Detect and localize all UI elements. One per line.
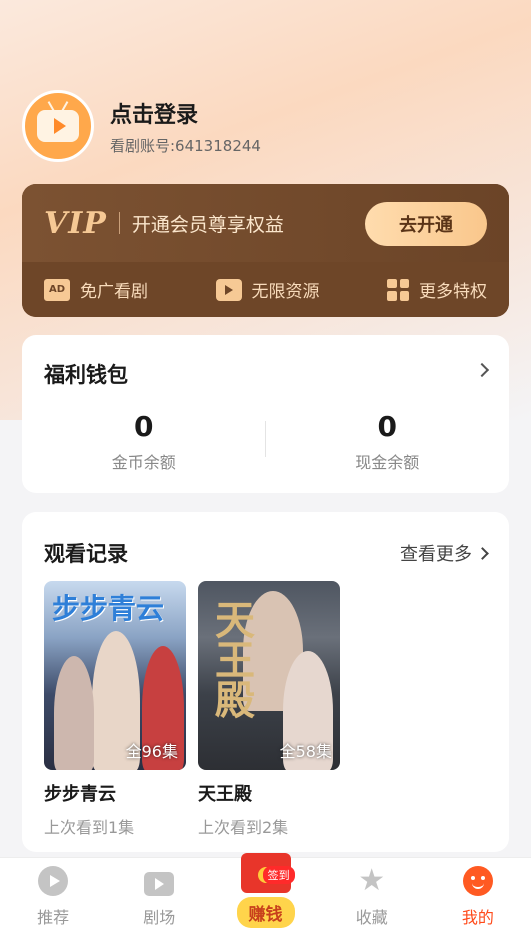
- open-vip-button[interactable]: 去开通: [365, 202, 487, 246]
- nav-item-earn[interactable]: 赚钱 签到: [212, 853, 318, 944]
- ad-icon: AD: [44, 278, 70, 301]
- watch-history-card: 观看记录 查看更多 步步青云 全96集 步步青云 上次看到1集 天王殿 全58集…: [22, 512, 509, 852]
- nav-item-favorites[interactable]: ★ 收藏: [319, 858, 425, 944]
- play-circle-icon: [38, 866, 69, 896]
- history-item[interactable]: 步步青云 全96集 步步青云 上次看到1集: [44, 581, 186, 838]
- nav-label: 收藏: [355, 908, 388, 927]
- watch-progress: 上次看到2集: [198, 818, 289, 837]
- vip-benefit-no-ads[interactable]: AD 免广看剧: [44, 277, 148, 302]
- nav-label: 赚钱: [236, 897, 295, 928]
- episode-count: 全58集: [279, 742, 332, 761]
- vip-benefit-label: 免广看剧: [80, 282, 148, 302]
- show-name: 天王殿: [198, 784, 252, 805]
- watch-progress: 上次看到1集: [44, 818, 135, 837]
- avatar[interactable]: [22, 90, 94, 162]
- profile-header[interactable]: 点击登录 看剧账号:641318244: [22, 90, 261, 162]
- vip-card[interactable]: VIP 开通会员尊享权益 去开通 AD 免广看剧 无限资源 更多特权: [22, 184, 509, 317]
- view-more-label: 查看更多: [400, 544, 472, 565]
- cash-balance[interactable]: 0 现金余额: [266, 410, 510, 473]
- nav-item-mine[interactable]: 我的: [425, 858, 531, 944]
- view-more-link[interactable]: 查看更多: [400, 540, 489, 566]
- coin-balance-label: 金币余额: [111, 453, 176, 472]
- history-title: 观看记录: [44, 542, 128, 566]
- checkin-badge: 签到: [262, 866, 295, 884]
- chevron-right-icon: [476, 546, 489, 560]
- star-icon: ★: [358, 863, 386, 898]
- coin-balance[interactable]: 0 金币余额: [22, 410, 266, 473]
- chevron-right-icon[interactable]: [474, 362, 490, 378]
- vip-benefit-label: 更多特权: [419, 282, 487, 302]
- smile-face-icon: [462, 866, 493, 896]
- cash-balance-value: 0: [377, 410, 397, 443]
- vip-slogan: 开通会员尊享权益: [131, 213, 284, 236]
- vip-benefit-unlimited[interactable]: 无限资源: [215, 277, 320, 302]
- nav-label: 推荐: [37, 908, 70, 927]
- tv-logo-icon: [37, 110, 79, 142]
- tv-icon: [215, 278, 242, 301]
- wallet-card[interactable]: 福利钱包 0 金币余额 0 现金余额: [22, 335, 509, 493]
- episode-count: 全96集: [125, 742, 178, 761]
- poster-figure: [54, 656, 94, 770]
- nav-label: 剧场: [143, 908, 176, 927]
- coin-balance-value: 0: [134, 410, 154, 443]
- cash-balance-label: 现金余额: [355, 453, 420, 472]
- vip-benefit-more[interactable]: 更多特权: [387, 277, 487, 302]
- nav-item-recommend[interactable]: 推荐: [0, 858, 106, 944]
- show-name: 步步青云: [44, 784, 116, 805]
- account-id: 看剧账号:641318244: [110, 136, 261, 155]
- vip-benefit-label: 无限资源: [251, 282, 320, 302]
- poster-title: 天王殿: [208, 599, 254, 719]
- divider: [265, 421, 266, 457]
- history-item[interactable]: 天王殿 全58集 天王殿 上次看到2集: [198, 581, 340, 838]
- poster-image[interactable]: 步步青云 全96集: [44, 581, 186, 770]
- bottom-nav: 推荐 剧场 赚钱 签到 ★ 收藏 我的: [0, 853, 531, 944]
- tv-icon: [144, 872, 175, 896]
- nav-label: 我的: [461, 908, 494, 927]
- grid-icon: [387, 278, 409, 301]
- divider: [118, 212, 120, 234]
- wallet-title: 福利钱包: [44, 363, 128, 387]
- poster-image[interactable]: 天王殿 全58集: [198, 581, 340, 770]
- login-title[interactable]: 点击登录: [110, 97, 261, 129]
- poster-title: 步步青云: [52, 592, 165, 625]
- vip-logo: VIP: [44, 205, 107, 241]
- nav-item-theater[interactable]: 剧场: [106, 858, 212, 944]
